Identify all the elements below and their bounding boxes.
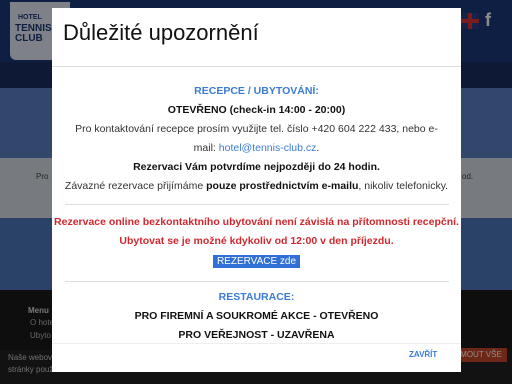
modal-title: Důležité upozornění bbox=[63, 20, 259, 45]
close-button[interactable]: ZAVŘÍT bbox=[409, 350, 437, 359]
restaurant-line1: PRO FIREMNÍ A SOUKROMÉ AKCE - OTEVŘENO bbox=[134, 310, 379, 322]
section-divider-2 bbox=[64, 281, 449, 282]
reservation-confirm-text: Rezervaci Vám potvrdíme nejpozději do 24… bbox=[133, 161, 380, 173]
binding-reservation-text: Závazné rezervace přijímáme pouze prostř… bbox=[52, 177, 461, 196]
restaurant-heading: RESTAURACE: bbox=[218, 291, 295, 303]
contactless-notice-line2: Ubytovat se je možné kdykoliv od 12:00 v… bbox=[119, 235, 394, 247]
reception-status: OTEVŘENO (check-in 14:00 - 20:00) bbox=[167, 104, 346, 116]
reception-contact-line2: mail: hotel@tennis-club.cz. bbox=[52, 139, 461, 158]
reservation-button[interactable]: REZERVACE zde bbox=[212, 255, 301, 268]
binding-suffix: , nikoliv telefonicky. bbox=[358, 180, 449, 192]
modal-header-divider bbox=[52, 66, 461, 67]
section-divider bbox=[64, 204, 449, 205]
email-link[interactable]: hotel@tennis-club.cz bbox=[219, 142, 317, 154]
contactless-notice-line1: Rezervace online bezkontaktního ubytován… bbox=[54, 216, 459, 228]
reception-heading: RECEPCE / UBYTOVÁNÍ: bbox=[194, 85, 319, 97]
contact-suffix: . bbox=[316, 142, 320, 154]
notice-modal: Důležité upozornění RECEPCE / UBYTOVÁNÍ:… bbox=[52, 8, 461, 372]
binding-bold: pouze prostřednictvím e-mailu bbox=[206, 180, 359, 192]
contact-prefix: mail: bbox=[193, 142, 219, 154]
modal-body: RECEPCE / UBYTOVÁNÍ: OTEVŘENO (check-in … bbox=[52, 82, 461, 345]
reception-contact-line1: Pro kontaktování recepce prosím využijte… bbox=[75, 123, 438, 135]
modal-footer-divider bbox=[52, 343, 461, 344]
binding-prefix: Závazné rezervace přijímáme bbox=[64, 180, 207, 192]
